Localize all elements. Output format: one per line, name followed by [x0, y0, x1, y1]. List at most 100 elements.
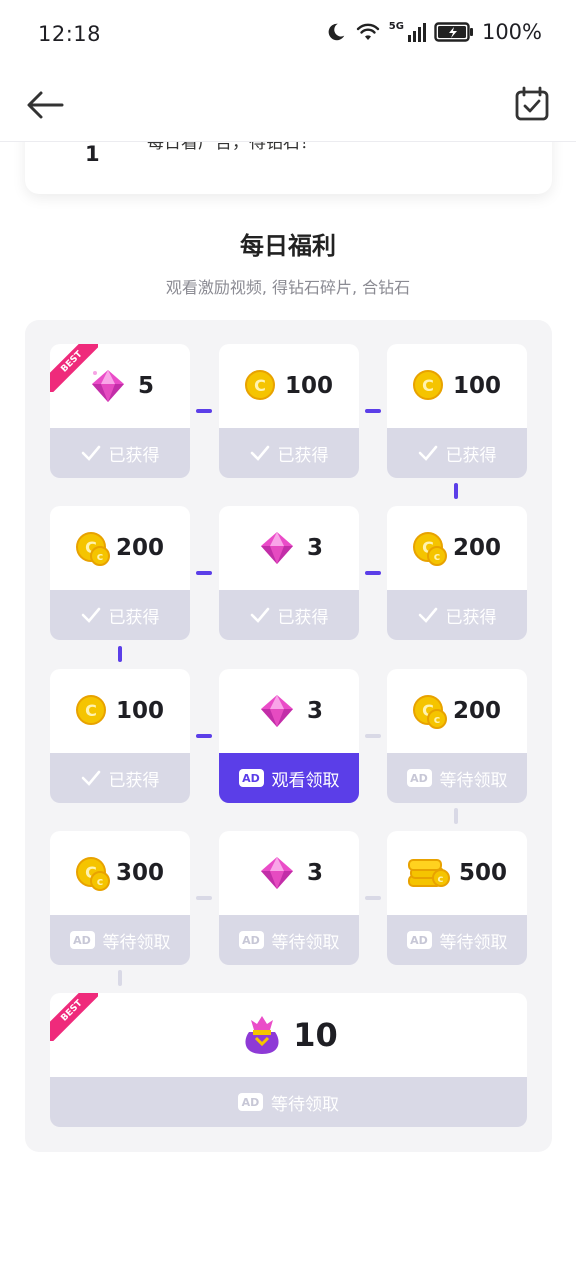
back-button[interactable]	[24, 84, 66, 126]
status-label: 等待领取	[271, 932, 340, 953]
status-label: 等待领取	[271, 1094, 339, 1115]
claimed-status: 已获得	[50, 590, 190, 640]
reward-amount: 200	[452, 535, 501, 561]
status-label: 已获得	[445, 607, 497, 628]
check-icon	[418, 445, 437, 461]
coin-icon: C	[75, 695, 108, 727]
status-label: 已获得	[445, 445, 497, 466]
battery-icon	[434, 22, 473, 42]
waiting-status: AD 等待领取	[387, 753, 527, 803]
reward-amount: 3	[306, 698, 323, 724]
check-icon	[418, 607, 437, 623]
reward-content: Cc 200	[387, 506, 527, 590]
reward-content: C 100	[387, 344, 527, 428]
reward-amount: 10	[293, 1016, 338, 1054]
diamond-icon	[260, 532, 293, 564]
ad-badge: AD	[238, 769, 264, 787]
status-label: 等待领取	[102, 932, 171, 953]
progress-connector	[365, 571, 381, 575]
waiting-status: AD 等待领取	[50, 1077, 527, 1127]
arrow-left-icon	[27, 91, 64, 119]
status-icons: 5G 100%	[325, 20, 542, 44]
progress-connector	[118, 970, 122, 986]
diamond-icon	[260, 857, 293, 889]
reward-content: 10	[50, 993, 527, 1077]
moon-icon	[328, 23, 345, 41]
status-label: 已获得	[108, 770, 160, 791]
status-bar: 12:18 5G 100%	[0, 0, 576, 70]
calendar-check-icon	[515, 86, 549, 121]
status-label: 观看领取	[271, 770, 340, 791]
progress-connector	[365, 409, 381, 413]
ad-badge: AD	[69, 931, 95, 949]
waiting-status: AD 等待领取	[387, 915, 527, 965]
status-label: 已获得	[108, 607, 160, 628]
progress-connector	[365, 896, 381, 900]
coins-icon: Cc	[75, 857, 110, 891]
checkin-calendar-button[interactable]	[512, 84, 552, 124]
app-bar	[0, 70, 576, 142]
signal-icon	[407, 23, 426, 42]
ad-badge: AD	[238, 1093, 263, 1111]
status-label: 已获得	[277, 445, 329, 466]
reward-amount: 100	[115, 698, 164, 724]
waiting-status: AD 等待领取	[219, 915, 359, 965]
reward-content: C 100	[50, 669, 190, 753]
reward-content: Cc 200	[50, 506, 190, 590]
reward-amount: 200	[115, 535, 164, 561]
reward-content: Cc 300	[50, 831, 190, 915]
progress-connector	[196, 571, 212, 575]
coins-icon: Cc	[412, 695, 447, 729]
coin-icon: C	[244, 370, 277, 402]
status-label: 等待领取	[439, 770, 508, 791]
progress-connector	[454, 483, 458, 499]
coin-icon: C	[412, 370, 445, 402]
reward-card: 3 AD 观看领取	[219, 669, 359, 803]
claimed-status: 已获得	[50, 753, 190, 803]
section-title: 每日福利	[240, 232, 336, 260]
best-badge: BEST	[50, 993, 98, 1041]
progress-connector	[196, 734, 212, 738]
rank-number: 1	[85, 142, 100, 166]
reward-card: Cc 200 已获得	[387, 506, 527, 640]
check-icon	[250, 445, 269, 461]
daily-rewards-panel: 5 已获得 BEST C 100 已获得 C 100 已获得 Cc 200 已获…	[25, 320, 552, 1152]
reward-card: 3 AD 等待领取	[219, 831, 359, 965]
wifi-icon	[356, 23, 379, 40]
reward-card: Cc 200 已获得	[50, 506, 190, 640]
claimed-status: 已获得	[387, 428, 527, 478]
check-icon	[81, 445, 100, 461]
waiting-status: AD 等待领取	[50, 915, 190, 965]
watch-ad-button[interactable]: AD 观看领取	[219, 753, 359, 803]
reward-amount: 500	[458, 860, 507, 886]
svg-text:c: c	[437, 874, 443, 885]
coin-stack-icon: c	[407, 859, 450, 887]
battery-percent: 100%	[481, 20, 542, 44]
coins-icon: Cc	[75, 532, 110, 566]
network-type: 5G	[388, 20, 404, 32]
check-icon	[250, 607, 269, 623]
reward-amount: 5	[137, 373, 154, 399]
claimed-status: 已获得	[50, 428, 190, 478]
status-label: 已获得	[108, 445, 160, 466]
reward-content: 3	[219, 506, 359, 590]
reward-card: Cc 200 AD 等待领取	[387, 669, 527, 803]
progress-connector	[196, 896, 212, 900]
check-icon	[81, 770, 100, 786]
ad-badge: AD	[238, 931, 264, 949]
claimed-status: 已获得	[219, 428, 359, 478]
claimed-status: 已获得	[219, 590, 359, 640]
reward-amount: 100	[284, 373, 333, 399]
reward-card: C 100 已获得	[50, 669, 190, 803]
reward-content: c 500	[387, 831, 527, 915]
best-label: BEST	[50, 993, 98, 1041]
reward-amount: 3	[306, 535, 323, 561]
status-time: 12:18	[38, 22, 102, 46]
reward-card: Cc 300 AD 等待领取	[50, 831, 190, 965]
progress-connector	[118, 646, 122, 662]
reward-card: C 100 已获得	[219, 344, 359, 478]
progress-connector	[196, 409, 212, 413]
ad-badge: AD	[406, 769, 432, 787]
reward-card: C 100 已获得	[387, 344, 527, 478]
diamond-bag-icon	[245, 1016, 279, 1054]
